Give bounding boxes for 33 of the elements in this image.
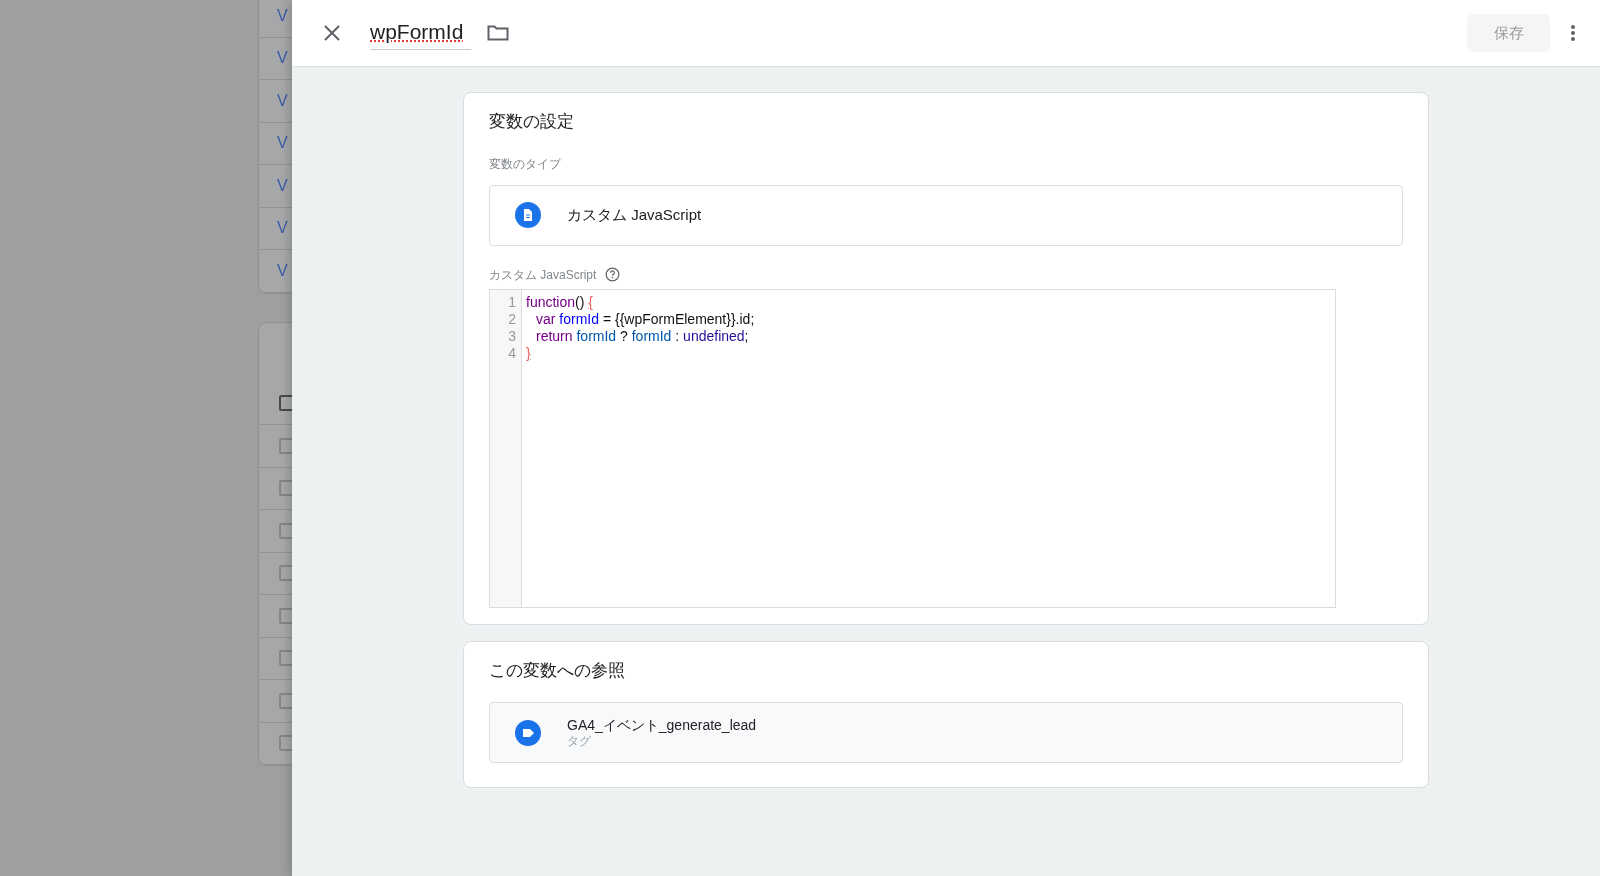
close-icon	[323, 24, 341, 42]
document-icon	[515, 202, 541, 228]
code-line: var formId = {{wpFormElement}}.id;	[535, 310, 755, 328]
code-line: return formId ? formId : undefined;	[535, 327, 750, 345]
line-number: 4	[508, 344, 516, 362]
line-number: 1	[508, 293, 516, 311]
line-number: 3	[508, 327, 516, 345]
field-label: カスタム JavaScript	[489, 266, 597, 284]
more-menu-button[interactable]	[1570, 24, 1576, 42]
link-text[interactable]: V	[277, 3, 288, 28]
variable-type-selector[interactable]: カスタム JavaScript	[489, 184, 1403, 246]
tag-icon	[515, 719, 541, 746]
title-field[interactable]: wpFormId	[370, 15, 472, 51]
help-icon[interactable]	[605, 267, 621, 282]
reference-name: GA4_イベント_generate_lead	[567, 716, 757, 734]
link-text[interactable]: V	[277, 46, 288, 71]
folder-icon	[487, 24, 510, 42]
code-line: function() {	[526, 293, 594, 311]
line-number: 2	[508, 310, 516, 328]
field-label: 変数のタイプ	[489, 155, 563, 173]
link-text[interactable]: V	[277, 131, 288, 156]
link-text[interactable]: V	[277, 258, 288, 283]
card-title: 変数の設定	[489, 111, 575, 133]
card-title: この変数への参照	[489, 659, 626, 682]
link-text[interactable]: V	[277, 216, 288, 241]
code-editor[interactable]: 1 2 3 4 function() { var formId = {{wpFormElement}}.id; return formId ? formId : undefined; }	[489, 288, 1336, 608]
link-text[interactable]: V	[277, 88, 288, 113]
code-line: }	[526, 344, 532, 362]
more-icon	[1570, 24, 1576, 42]
reference-type: タグ	[567, 734, 592, 749]
link-text[interactable]: V	[277, 173, 288, 198]
folder-button[interactable]	[487, 24, 510, 42]
reference-item[interactable]: GA4_イベント_generate_lead タグ	[489, 702, 1403, 763]
